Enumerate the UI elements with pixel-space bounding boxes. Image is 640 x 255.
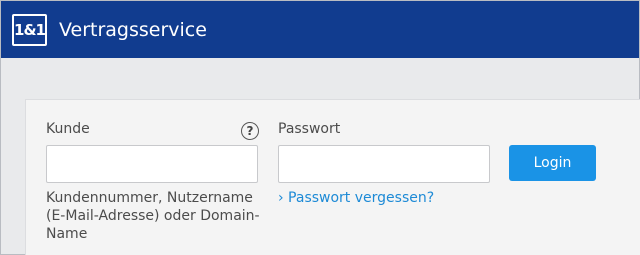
forgot-password-link[interactable]: › Passwort vergessen? xyxy=(278,189,434,207)
brand-logo[interactable]: 1&1 xyxy=(12,14,47,46)
app-header: 1&1 Vertragsservice xyxy=(1,1,639,58)
password-input[interactable] xyxy=(278,145,490,183)
customer-label: Kunde xyxy=(46,121,90,137)
help-icon[interactable]: ? xyxy=(241,122,259,140)
customer-hint: Kundennummer, Nutzername (E-Mail-Adresse… xyxy=(46,190,260,242)
page-title: Vertragsservice xyxy=(59,19,207,41)
password-label: Passwort xyxy=(278,121,341,137)
login-button[interactable]: Login xyxy=(509,145,596,181)
customer-input[interactable] xyxy=(46,145,258,183)
